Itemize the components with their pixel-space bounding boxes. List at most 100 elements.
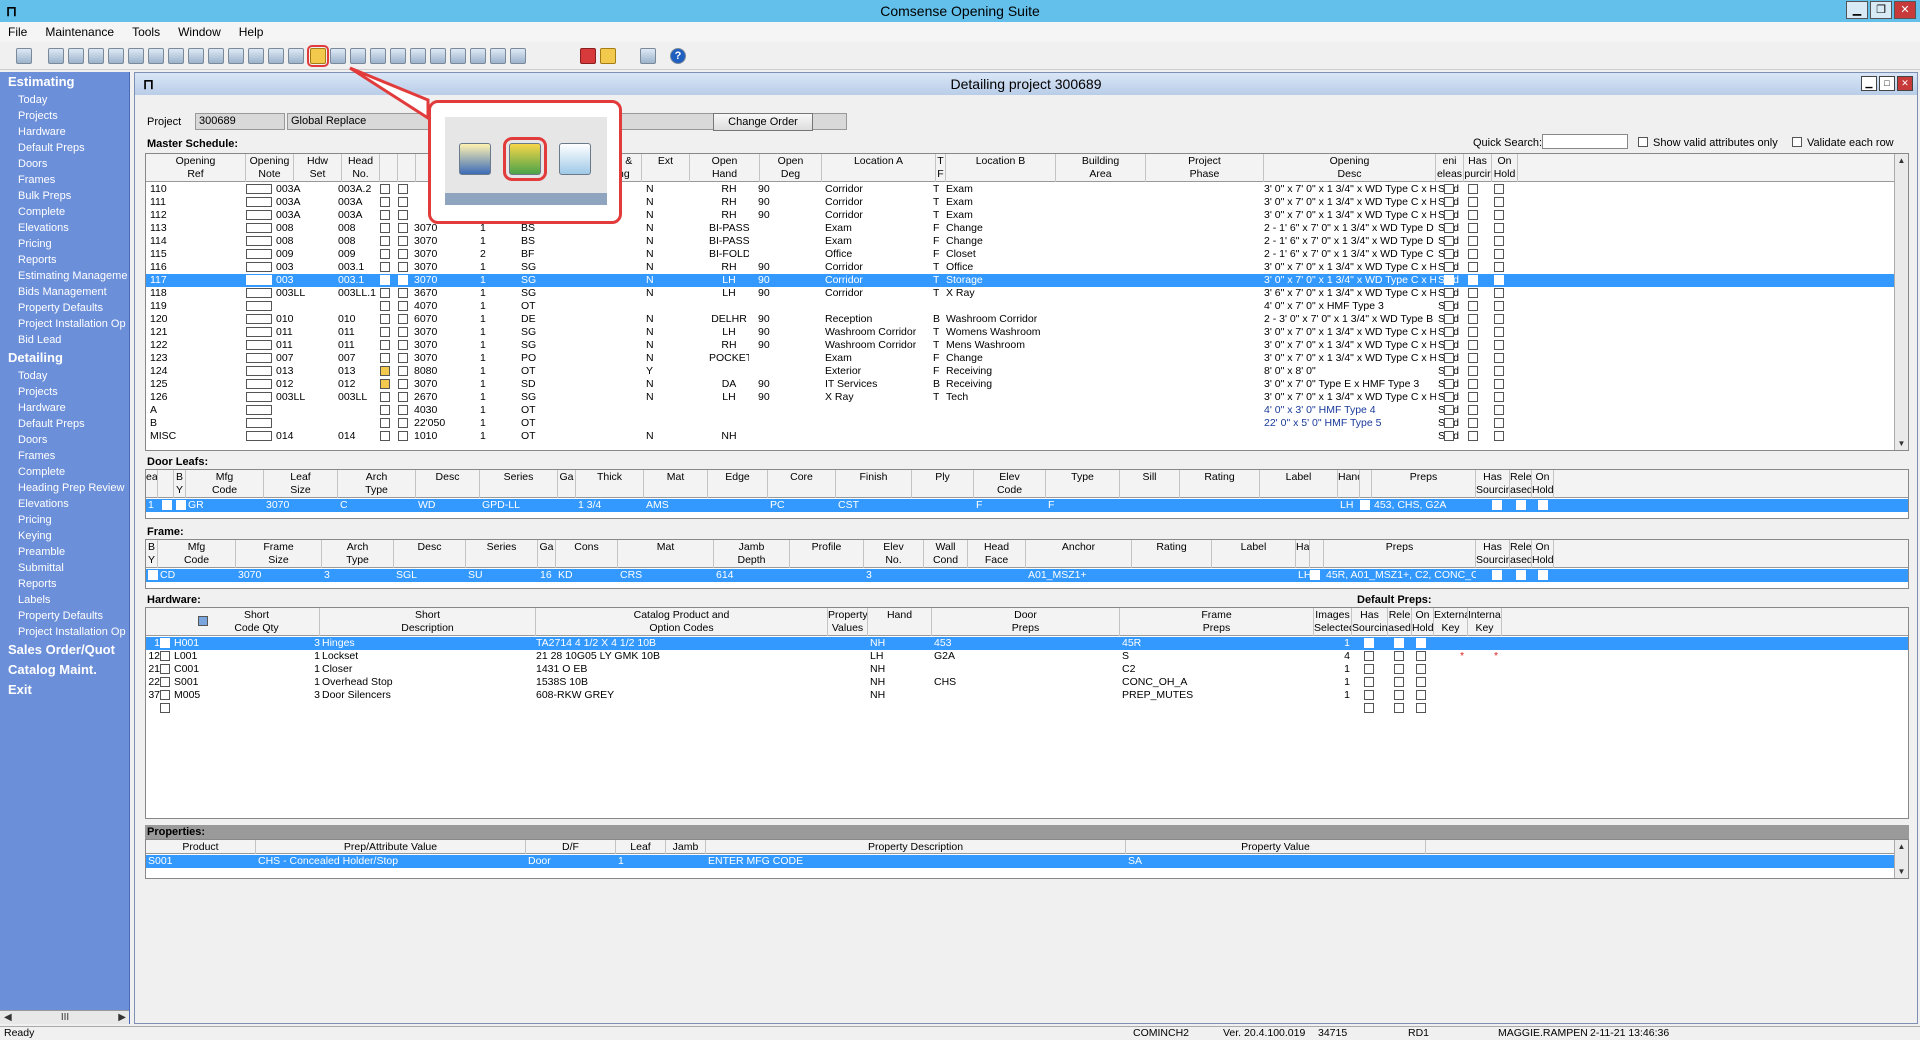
hw-cell-frame[interactable]: 45R [1122, 637, 1302, 650]
cell-hand[interactable] [709, 404, 749, 417]
frame-cell[interactable] [970, 569, 1026, 582]
hw-row-checkbox[interactable] [160, 638, 170, 648]
folder-icon[interactable] [490, 48, 506, 64]
cell-deg[interactable]: 90 [758, 378, 770, 391]
has-sourcing-checkbox[interactable] [1364, 638, 1374, 648]
cell-locA[interactable]: X Ray [825, 391, 854, 404]
column-header[interactable]: Rele ased [1510, 470, 1532, 498]
column-header[interactable]: Has purcir [1464, 154, 1492, 182]
table-layout-icon[interactable] [198, 616, 208, 626]
cell-qty[interactable]: 1 [480, 430, 486, 443]
cell-type[interactable]: SG [521, 391, 536, 404]
sidebar-detailing-property-defaults[interactable]: Property Defaults [0, 608, 129, 624]
cell-locB[interactable]: Washroom Corridor [946, 313, 1037, 326]
sidebar-detailing-project-installation-op[interactable]: Project Installation Op [0, 624, 129, 640]
sidebar-estimating-elevations[interactable]: Elevations [0, 220, 129, 236]
hw-cell-num[interactable]: 12 [148, 650, 160, 663]
sidebar-estimating-property-defaults[interactable]: Property Defaults [0, 300, 129, 316]
help-icon[interactable]: ? [670, 48, 686, 64]
cell-ref[interactable]: MISC [150, 430, 176, 443]
cell-locA[interactable]: Office [825, 248, 852, 261]
cell-tf[interactable]: T [933, 339, 939, 352]
hw-cell-images[interactable]: 1 [1314, 689, 1350, 702]
hw-cell-code[interactable]: C001 [174, 663, 234, 676]
released-checkbox[interactable] [1516, 570, 1526, 580]
minimize-button[interactable]: ▁ [1846, 1, 1868, 19]
table-row-new[interactable] [146, 702, 1908, 715]
row-checkbox[interactable] [398, 288, 408, 298]
sidebar-estimating-estimating-manageme[interactable]: Estimating Manageme [0, 268, 129, 284]
cell-desc[interactable]: 3' 0" x 7' 0" x 1 3/4" x WD Type C x HM [1264, 261, 1436, 274]
cell-locA[interactable]: Corridor [825, 261, 863, 274]
cell-hand[interactable] [709, 417, 749, 430]
hw-cell-catalog[interactable]: 608-RKW GREY [536, 689, 816, 702]
row-checkbox[interactable] [380, 275, 390, 285]
sidebar-estimating-pricing[interactable]: Pricing [0, 236, 129, 252]
hw-cell-catalog[interactable]: 1538S 10B [536, 676, 816, 689]
column-header[interactable]: Arch Type [322, 540, 394, 568]
cell-tf[interactable]: B [933, 378, 940, 391]
table-row[interactable]: B22'0501OT 22' 0" x 5' 0" HMF Type 5Sold [146, 417, 1908, 430]
row-checkbox[interactable] [398, 314, 408, 324]
column-header[interactable]: Frame Preps [1120, 608, 1314, 636]
opening-note-checkbox[interactable] [246, 236, 272, 246]
column-header[interactable]: Location A [822, 154, 936, 182]
frame-cell[interactable] [1134, 569, 1212, 582]
hw-cell-hand[interactable]: NH [870, 637, 910, 650]
table-row[interactable]: 124 013 013 8080 1 OT Y Exterior F Receiving 8' 0"… [146, 365, 1908, 378]
cell-head[interactable]: 011 [338, 339, 355, 352]
column-header[interactable]: Has Sourcing [1476, 540, 1510, 568]
cell-ref[interactable]: 121 [150, 326, 168, 339]
on-hold-checkbox[interactable] [1494, 301, 1504, 311]
hw-cell-num[interactable]: 37 [148, 689, 160, 702]
cell-ext[interactable]: N [646, 235, 654, 248]
has-sourcing-checkbox[interactable] [1468, 301, 1478, 311]
table-row[interactable]: 22 S001 1 Overhead Stop 1538S 10B NH CHS CONC_O… [146, 676, 1908, 689]
cell-head[interactable]: 003A [338, 209, 363, 222]
cell-size[interactable]: 3070 [414, 326, 437, 339]
cell-hand[interactable]: LH [709, 274, 749, 287]
sidebar-detailing-default-preps[interactable]: Default Preps [0, 416, 129, 432]
graph-icon[interactable] [148, 48, 164, 64]
has-sourcing-checkbox[interactable] [1468, 405, 1478, 415]
column-header[interactable]: Open Hand [690, 154, 760, 182]
hw-row-checkbox[interactable] [160, 677, 170, 687]
cell-size[interactable]: 3070 [414, 248, 437, 261]
on-hold-checkbox[interactable] [1494, 340, 1504, 350]
column-header[interactable]: Wall Cond [924, 540, 968, 568]
cell-desc[interactable]: 2 - 1' 6" x 7' 0" x 1 3/4" x WD Type C [1264, 248, 1436, 261]
project-number-field[interactable]: 300689 [195, 113, 285, 130]
released-checkbox[interactable] [1394, 690, 1404, 700]
report-icon[interactable] [48, 48, 64, 64]
on-hold-checkbox[interactable] [1494, 197, 1504, 207]
column-header[interactable]: Rele ased [1510, 540, 1532, 568]
on-hold-checkbox[interactable] [1416, 677, 1426, 687]
table-row[interactable]: 116 003 003.1 3070 1 SG N RH 90 Corridor T Office 3'… [146, 261, 1908, 274]
opening-note-checkbox[interactable] [246, 392, 272, 402]
cell-hand[interactable] [709, 300, 749, 313]
sidebar-estimating-frames[interactable]: Frames [0, 172, 129, 188]
hw-cell-desc[interactable]: Door Silencers [322, 689, 522, 702]
on-hold-checkbox[interactable] [1494, 223, 1504, 233]
column-header[interactable]: Preps [1324, 540, 1476, 568]
image-icon[interactable] [268, 48, 284, 64]
column-header[interactable]: B Y O [146, 540, 158, 568]
cell-hand[interactable] [709, 365, 749, 378]
cell-head[interactable]: 011 [338, 326, 355, 339]
cell-desc[interactable]: 3' 0" x 7' 0" Type E x HMF Type 3 [1264, 378, 1436, 391]
hw-cell-door[interactable] [934, 663, 1114, 676]
cell-ext[interactable]: N [646, 287, 654, 300]
table-row[interactable]: A40301OT4' 0" x 3' 0" HMF Type 4Sold [146, 404, 1908, 417]
row-checkbox[interactable] [398, 275, 408, 285]
cell-hdw[interactable]: 012 [276, 378, 294, 391]
scroll-up-icon[interactable]: ▲ [1895, 154, 1908, 167]
on-hold-checkbox[interactable] [1494, 327, 1504, 337]
on-hold-checkbox[interactable] [1494, 262, 1504, 272]
hw-cell-hand[interactable]: NH [870, 663, 910, 676]
on-hold-checkbox[interactable] [1494, 366, 1504, 376]
opening-note-checkbox[interactable] [246, 405, 272, 415]
cell-locA[interactable]: Washroom Corridor [825, 339, 916, 352]
column-header[interactable]: Prep/Attribute Value [256, 840, 526, 854]
cell-ref[interactable]: 116 [150, 261, 167, 274]
hw-cell-qty[interactable]: 1 [306, 663, 320, 676]
